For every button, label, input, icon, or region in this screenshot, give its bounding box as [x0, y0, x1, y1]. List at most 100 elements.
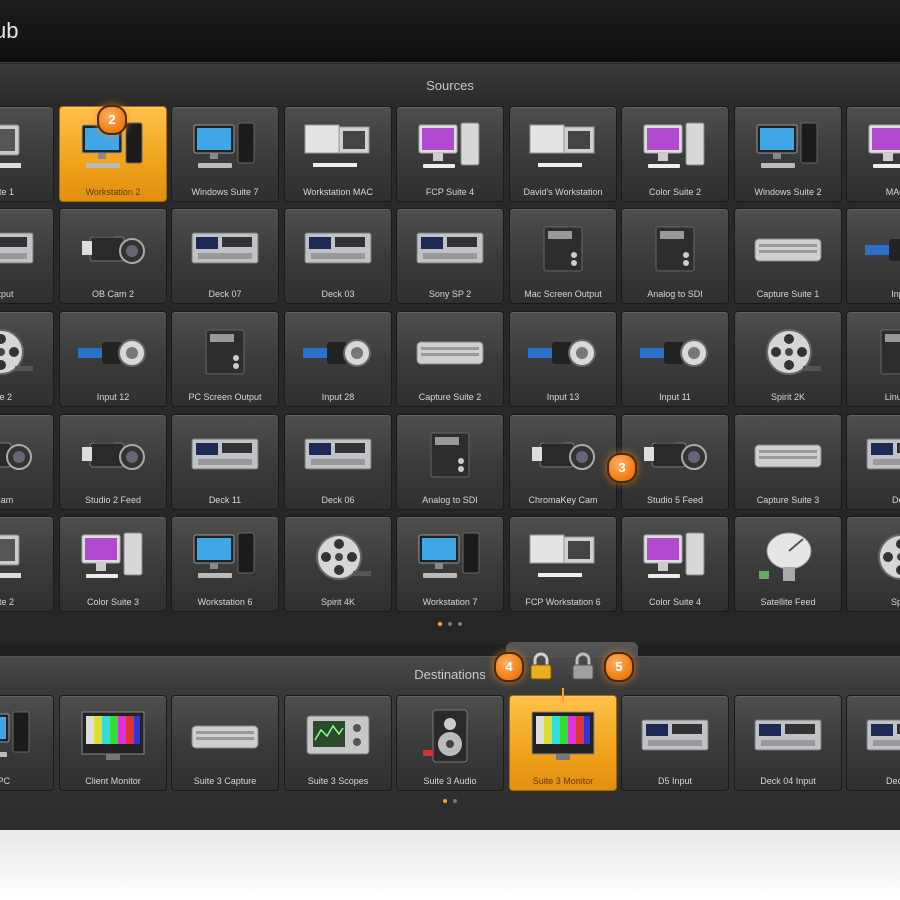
bnc-icon — [865, 219, 900, 279]
tile-deck-03[interactable]: Deck 03 — [284, 208, 392, 304]
film-reel-icon — [303, 527, 373, 587]
tile-cine-2[interactable]: cine 2 — [0, 311, 54, 407]
sources-panel: Sources Suite 1 Workstation 2 Windows Suit… — [0, 64, 900, 644]
bnc-icon — [303, 322, 373, 382]
tile-deck-07[interactable]: Deck 07 — [171, 208, 279, 304]
mac-pro-icon — [78, 527, 148, 587]
tile-deck-06[interactable]: Deck 06 — [284, 414, 392, 510]
tile-workstation-7[interactable]: Workstation 7 — [396, 516, 504, 612]
deck-icon — [0, 219, 35, 279]
page-dot[interactable] — [453, 799, 457, 803]
callout-badge-4: 4 — [494, 652, 524, 682]
tile-label: Deck 06 — [321, 495, 355, 505]
tile-fcp-suite-4[interactable]: FCP Suite 4 — [396, 106, 504, 202]
tile-fcp-workstation-6[interactable]: FCP Workstation 6 — [509, 516, 617, 612]
deck-icon — [303, 425, 373, 485]
tile-label: Color Suite 3 — [86, 597, 140, 607]
tile-d5-input[interactable]: D5 Input — [621, 695, 729, 791]
tile-mac-s[interactable]: MAC S — [846, 106, 900, 202]
tile-spiri[interactable]: Spiri — [846, 516, 900, 612]
tile-windows-suite-7[interactable]: Windows Suite 7 — [171, 106, 279, 202]
tile-deck-04-input[interactable]: Deck 04 Input — [734, 695, 842, 791]
tile-deck-11[interactable]: Deck 11 — [171, 414, 279, 510]
tile-suite-3-audio[interactable]: Suite 3 Audio — [396, 695, 504, 791]
tile-analog-to-sdi[interactable]: Analog to SDI — [396, 414, 504, 510]
deck-icon — [865, 425, 900, 485]
tile-studio-2-feed[interactable]: Studio 2 Feed — [59, 414, 167, 510]
tile-output[interactable]: Output — [0, 208, 54, 304]
deck-icon — [865, 706, 900, 766]
tile-sony-sp-2[interactable]: Sony SP 2 — [396, 208, 504, 304]
tile-label: Suite 3 Monitor — [532, 776, 594, 786]
reflection — [0, 830, 900, 900]
deck-icon — [190, 219, 260, 279]
capture-icon — [415, 322, 485, 382]
tile-3-pc[interactable]: 3 PC — [0, 695, 54, 791]
tile-label: Capture Suite 2 — [418, 392, 482, 402]
tile-input-11[interactable]: Input 11 — [621, 311, 729, 407]
tile-deck-0[interactable]: Deck 0 — [846, 695, 900, 791]
tile-windows-suite-2[interactable]: Windows Suite 2 — [734, 106, 842, 202]
tile-client-monitor[interactable]: Client Monitor — [59, 695, 167, 791]
tile-label: Deck 04 Input — [760, 776, 816, 786]
tile-color-suite-4[interactable]: Color Suite 4 — [621, 516, 729, 612]
sources-page-dots[interactable] — [0, 622, 900, 626]
capture-icon — [753, 219, 823, 279]
tile-label: Deck 11 — [208, 495, 242, 505]
tile-label: Deck 03 — [321, 289, 355, 299]
page-dot[interactable] — [438, 622, 442, 626]
tile-input-13[interactable]: Input 13 — [509, 311, 617, 407]
tile-input-28[interactable]: Input 28 — [284, 311, 392, 407]
unlock-icon[interactable] — [571, 652, 595, 680]
tile-color-suite-2[interactable]: Color Suite 2 — [621, 106, 729, 202]
page-dot[interactable] — [448, 622, 452, 626]
tile-suite-3-capture[interactable]: Suite 3 Capture — [171, 695, 279, 791]
converter-icon — [640, 219, 710, 279]
lock-icon[interactable] — [529, 652, 553, 680]
tile-p-cam[interactable]: p Cam — [0, 414, 54, 510]
tile-suite-3-scopes[interactable]: Suite 3 Scopes — [284, 695, 392, 791]
tile-analog-to-sdi[interactable]: Analog to SDI — [621, 208, 729, 304]
tile-color-suite-3[interactable]: Color Suite 3 — [59, 516, 167, 612]
tile-satellite-feed[interactable]: Satellite Feed — [734, 516, 842, 612]
tile-suite-2[interactable]: Suite 2 — [0, 516, 54, 612]
destinations-page-dots[interactable] — [0, 799, 900, 803]
tile-label: Input 12 — [96, 392, 130, 402]
tile-label: Windows Suite 2 — [754, 187, 822, 197]
tile-workstation-mac[interactable]: Workstation MAC — [284, 106, 392, 202]
deck-icon — [753, 706, 823, 766]
tile-studio-5-feed[interactable]: Studio 5 Feed — [621, 414, 729, 510]
tile-capture-suite-2[interactable]: Capture Suite 2 — [396, 311, 504, 407]
tile-label: Spirit 2K — [770, 392, 805, 402]
tile-inpu[interactable]: Inpu — [846, 208, 900, 304]
page-dot[interactable] — [458, 622, 462, 626]
tile-ob-cam-2[interactable]: OB Cam 2 — [59, 208, 167, 304]
tile-label: Suite 3 Capture — [193, 776, 257, 786]
tile-label: Satellite Feed — [760, 597, 816, 607]
tile-linux-d[interactable]: Linux D — [846, 311, 900, 407]
tile-david-s-workstation[interactable]: David's Workstation — [509, 106, 617, 202]
tile-spirit-2k[interactable]: Spirit 2K — [734, 311, 842, 407]
tile-suite-1[interactable]: Suite 1 — [0, 106, 54, 202]
bnc-icon — [528, 322, 598, 382]
tile-capture-suite-3[interactable]: Capture Suite 3 — [734, 414, 842, 510]
tile-label: Suite 3 Audio — [423, 776, 477, 786]
speaker-icon — [415, 706, 485, 766]
satellite-icon — [753, 527, 823, 587]
tile-input-12[interactable]: Input 12 — [59, 311, 167, 407]
tile-label: Analog to SDI — [647, 289, 703, 299]
capture-icon — [190, 706, 260, 766]
tile-label: cine 2 — [0, 392, 13, 402]
tile-capture-suite-1[interactable]: Capture Suite 1 — [734, 208, 842, 304]
tile-chromakey-cam[interactable]: ChromaKey Cam — [509, 414, 617, 510]
page-dot[interactable] — [443, 799, 447, 803]
tile-dec[interactable]: Dec — [846, 414, 900, 510]
destinations-label: Destinations — [414, 667, 486, 682]
camera-icon — [528, 425, 598, 485]
tile-mac-screen-output[interactable]: Mac Screen Output — [509, 208, 617, 304]
tile-workstation-6[interactable]: Workstation 6 — [171, 516, 279, 612]
converter-icon — [528, 219, 598, 279]
tile-pc-screen-output[interactable]: PC Screen Output — [171, 311, 279, 407]
tile-suite-3-monitor[interactable]: Suite 3 Monitor — [509, 695, 617, 791]
tile-spirit-4k[interactable]: Spirit 4K — [284, 516, 392, 612]
